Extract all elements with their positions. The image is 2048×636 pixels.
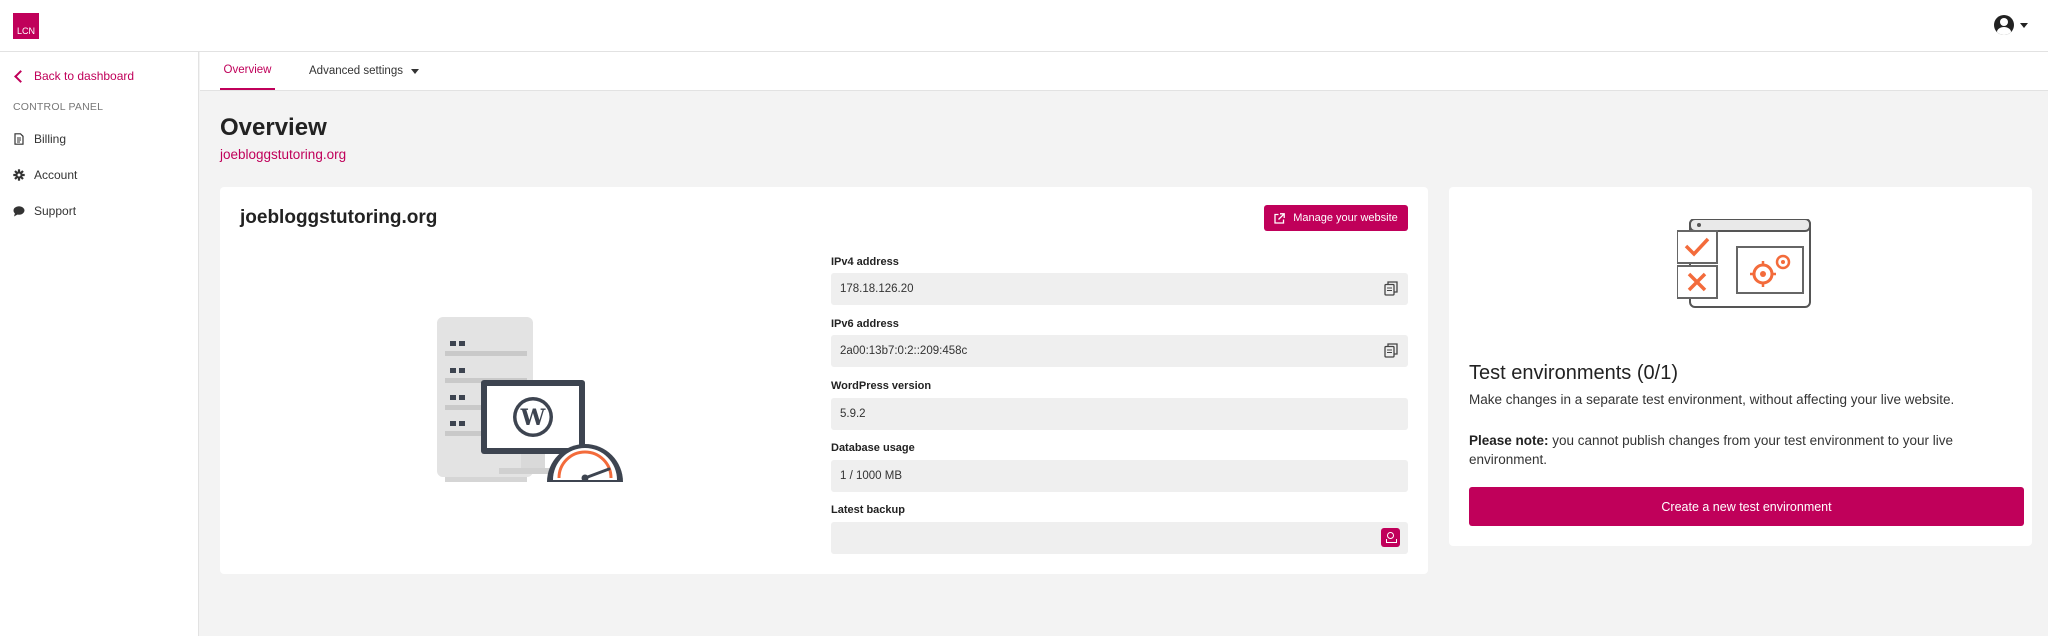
caret-down-icon <box>410 68 419 74</box>
top-bar: LCN <box>0 0 2048 52</box>
sidebar: Back to dashboard CONTROL PANEL Billing … <box>0 52 199 636</box>
test-environment-illustration <box>1677 219 1811 308</box>
manage-website-button[interactable]: Manage your website <box>1264 205 1408 231</box>
test-environments-title: Test environments (0/1) <box>1469 362 1678 384</box>
backup-icon[interactable] <box>1381 528 1400 547</box>
svg-text:W: W <box>520 405 546 431</box>
wordpress-version-label: WordPress version <box>831 380 932 392</box>
manage-button-label: Manage your website <box>1293 212 1398 224</box>
tab-overview[interactable]: Overview <box>220 52 275 90</box>
page-domain: joebloggstutoring.org <box>220 147 347 162</box>
page-title: Overview <box>220 114 327 141</box>
sidebar-item-label: Billing <box>34 132 67 146</box>
gear-icon <box>13 169 25 181</box>
note-strong: Please note: <box>1469 433 1549 448</box>
create-test-environment-button[interactable]: Create a new test environment <box>1469 487 2024 526</box>
tab-label: Advanced settings <box>309 65 403 77</box>
sidebar-item-account[interactable]: Account <box>13 168 77 182</box>
user-menu[interactable] <box>1994 15 2028 35</box>
back-link-label: Back to dashboard <box>34 69 135 83</box>
tab-bar: Overview Advanced settings <box>200 52 2048 91</box>
latest-backup-field <box>831 522 1408 554</box>
ipv6-field: 2a00:13b7:0:2::209:458c <box>831 335 1408 367</box>
tab-advanced-settings[interactable]: Advanced settings <box>309 52 419 90</box>
tab-label: Overview <box>223 64 272 76</box>
test-environments-note: Please note: you cannot publish changes … <box>1469 431 2009 469</box>
ipv6-value: 2a00:13b7:0:2::209:458c <box>840 345 968 357</box>
chat-icon <box>13 206 25 217</box>
user-circle-icon <box>1994 15 2014 35</box>
ipv4-field: 178.18.126.20 <box>831 273 1408 305</box>
test-environments-card: Test environments (0/1) Make changes in … <box>1449 187 2032 546</box>
sidebar-item-support[interactable]: Support <box>13 204 76 218</box>
ipv4-value: 178.18.126.20 <box>840 283 914 295</box>
document-icon <box>14 133 24 145</box>
site-name: joebloggstutoring.org <box>240 207 438 228</box>
site-overview-card: joebloggstutoring.org Manage your websit… <box>220 187 1428 574</box>
lcn-logo[interactable]: LCN <box>13 13 39 39</box>
back-to-dashboard-link[interactable]: Back to dashboard <box>13 69 134 83</box>
wordpress-version-value: 5.9.2 <box>840 408 866 420</box>
database-usage-value: 1 / 1000 MB <box>840 470 903 482</box>
latest-backup-label: Latest backup <box>831 504 905 516</box>
copy-icon[interactable] <box>1384 343 1398 358</box>
ipv6-label: IPv6 address <box>831 318 899 330</box>
wordpress-version-field: 5.9.2 <box>831 398 1408 430</box>
chevron-left-icon <box>14 69 27 83</box>
control-panel-label: CONTROL PANEL <box>13 101 104 113</box>
caret-down-icon <box>2020 22 2028 28</box>
sidebar-item-label: Account <box>34 168 78 182</box>
sidebar-item-label: Support <box>34 204 77 218</box>
database-usage-label: Database usage <box>831 442 915 454</box>
test-environments-description: Make changes in a separate test environm… <box>1469 392 1955 407</box>
external-link-icon <box>1274 212 1286 224</box>
logo-text: LCN <box>16 26 35 36</box>
wordpress-server-illustration: W <box>437 317 623 482</box>
sidebar-item-billing[interactable]: Billing <box>13 132 66 146</box>
database-usage-field: 1 / 1000 MB <box>831 460 1408 492</box>
ipv4-label: IPv4 address <box>831 256 899 268</box>
copy-icon[interactable] <box>1384 281 1398 296</box>
